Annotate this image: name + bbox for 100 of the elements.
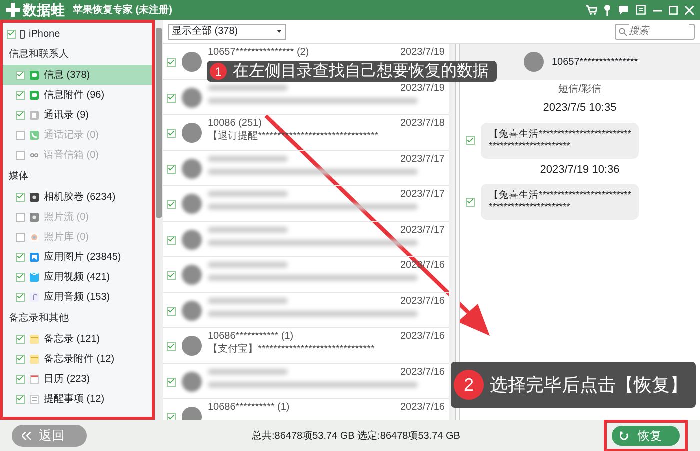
avatar-icon	[182, 265, 202, 285]
double-chevron-icon	[22, 432, 31, 440]
maximize-icon[interactable]	[669, 6, 678, 14]
checkbox[interactable]	[167, 236, 176, 244]
notes-icon	[30, 334, 39, 344]
message-row[interactable]: 2023/7/16	[163, 364, 449, 399]
group-heading: 备忘录和其他	[8, 312, 70, 326]
checkbox[interactable]	[16, 272, 25, 282]
checkbox[interactable]	[167, 342, 176, 351]
avatar-icon	[182, 300, 202, 320]
checkbox[interactable]	[16, 334, 25, 344]
reminders-icon	[30, 394, 39, 404]
checkbox[interactable]	[167, 271, 176, 280]
image-icon	[30, 252, 39, 262]
message-time: 2023/7/19 10:36	[539, 162, 621, 178]
sidebar-item[interactable]: 相机胶卷 (6234)	[3, 187, 152, 207]
checkbox[interactable]	[16, 110, 25, 120]
instruction-text: 在左侧目录查找自己想要恢复的数据	[233, 62, 489, 82]
message-date: 2023/7/19	[400, 46, 445, 59]
search-icon	[619, 28, 627, 36]
sidebar-item[interactable]: 通讯录 (9)	[3, 105, 152, 125]
sidebar-item[interactable]: 日历 (223)	[3, 369, 152, 389]
avatar-icon	[182, 194, 202, 214]
phone-icon	[30, 130, 39, 140]
logo-text: 数据蛙	[23, 0, 65, 20]
checkbox[interactable]	[167, 164, 176, 174]
cross-logo-icon	[6, 3, 20, 17]
message-row[interactable]: 2023/7/17	[163, 150, 449, 186]
checkbox[interactable]	[167, 94, 176, 102]
message-icon	[30, 70, 39, 80]
checkbox[interactable]	[16, 354, 25, 364]
sidebar-item[interactable]: 应用图片 (23845)	[3, 247, 152, 267]
contact-name: 10686********** (1)	[208, 401, 290, 414]
contact-name: 10657*************** (2)	[208, 46, 310, 59]
message-date: 2023/7/16	[400, 401, 445, 414]
message-date: 2023/7/16	[400, 294, 445, 308]
video-icon	[30, 272, 39, 282]
message-time: 2023/7/5 10:35	[542, 101, 618, 116]
message-line: **********************	[489, 140, 572, 152]
checkbox[interactable]	[167, 200, 176, 209]
list-icon[interactable]	[636, 5, 646, 15]
device-label[interactable]: iPhone	[29, 26, 60, 42]
checkbox[interactable]	[16, 292, 25, 302]
checkbox[interactable]	[167, 413, 176, 420]
checkbox[interactable]	[167, 378, 176, 386]
avatar-icon	[524, 52, 544, 72]
avatar-icon	[182, 230, 202, 250]
step-number: 2	[454, 370, 484, 400]
contact-name: 10086 (251)	[208, 117, 262, 130]
message-preview: 【支付宝】******************************	[208, 343, 376, 356]
checkbox[interactable]	[16, 192, 25, 202]
cart-icon[interactable]	[586, 5, 597, 15]
chat-icon[interactable]	[618, 5, 629, 15]
filter-dropdown[interactable]: 显示全部 (378)	[168, 24, 286, 40]
checkbox[interactable]	[167, 129, 176, 138]
sidebar-item[interactable]: 提醒事项 (12)	[3, 389, 152, 409]
group-heading: 媒体	[8, 170, 30, 184]
message-date: 2023/7/18	[400, 117, 445, 130]
sidebar-item[interactable]: 应用视频 (421)	[3, 267, 152, 287]
message-row[interactable]: 10686*********** (1) 2023/7/16 【支付宝】******************************	[163, 328, 449, 364]
status-summary: 总共:86478项53.74 GB 选定:86478项53.74 GB	[252, 430, 460, 444]
checkbox[interactable]	[7, 30, 16, 38]
checkbox[interactable]	[16, 252, 25, 262]
message-row[interactable]: 10086 (251) 2023/7/18 【退订提醒*******************************	[163, 115, 449, 150]
checkbox[interactable]	[16, 70, 25, 80]
sidebar-item[interactable]: 备忘录附件 (12)	[3, 349, 152, 369]
message-row[interactable]: 2023/7/17	[163, 222, 449, 257]
calendar-icon	[30, 374, 39, 384]
avatar-icon	[182, 52, 202, 72]
checkbox[interactable]	[167, 58, 176, 67]
scrollbar[interactable]	[155, 20, 163, 420]
checkbox[interactable]	[16, 394, 25, 404]
sidebar-item[interactable]: 信息附件 (96)	[3, 85, 152, 105]
message-date: 2023/7/16	[400, 330, 445, 343]
contacts-icon	[30, 110, 39, 120]
pin-icon[interactable]	[604, 4, 611, 16]
sidebar-item[interactable]: 应用音频 (153)	[3, 287, 152, 307]
instruction-text: 选择完毕后点击【恢复】	[490, 374, 688, 396]
avatar-icon	[182, 88, 202, 108]
message-preview: 【退订提醒*******************************	[208, 130, 380, 143]
avatar-icon	[182, 123, 202, 143]
checkbox[interactable]	[167, 306, 176, 316]
restore-button[interactable]: 恢复	[612, 426, 680, 446]
message-row[interactable]: 2023/7/16	[163, 292, 449, 328]
camera-icon	[30, 192, 39, 202]
caret-icon	[277, 30, 282, 33]
message-line: **********************	[489, 202, 572, 214]
close-icon[interactable]	[685, 6, 694, 14]
sidebar-item[interactable]: 备忘录 (121)	[3, 329, 152, 349]
window-title: 苹果恢复专家 (未注册)	[73, 3, 172, 18]
sidebar-item[interactable]: 信息 (378)	[3, 65, 152, 85]
message-line: 【兔喜生活*************************	[489, 190, 632, 202]
checkbox[interactable]	[16, 374, 25, 384]
group-heading: 信息和联系人	[8, 48, 70, 62]
checkbox[interactable]	[16, 90, 25, 100]
checkbox[interactable]	[466, 198, 475, 206]
message-row[interactable]: 2023/7/17	[163, 186, 449, 222]
message-icon	[30, 90, 39, 100]
checkbox[interactable]	[466, 136, 475, 145]
search-field[interactable]: 搜索	[615, 24, 695, 40]
